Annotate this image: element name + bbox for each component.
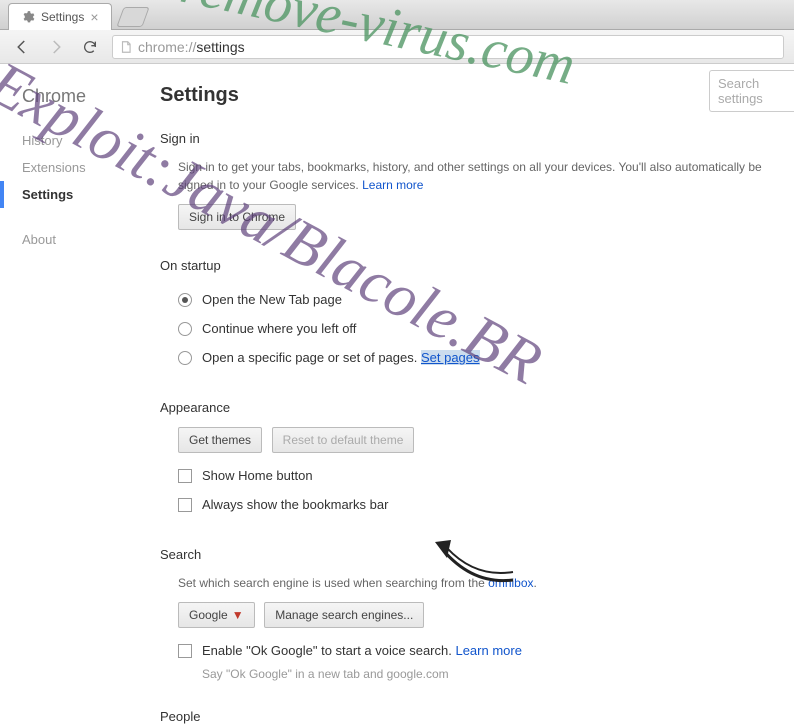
search-description: Set which search engine is used when sea… [178,574,794,592]
learn-more-link[interactable]: Learn more [455,643,521,658]
forward-button[interactable] [44,35,68,59]
section-title-signin: Sign in [160,131,794,146]
sidebar: Chrome History Extensions Settings About [0,64,140,686]
checkbox-home-button[interactable]: Show Home button [178,461,794,490]
ok-google-hint: Say "Ok Google" in a new tab and google.… [178,667,794,681]
section-startup: On startup Open the New Tab page Continu… [160,258,794,372]
gear-icon [21,10,35,24]
tab-title: Settings [41,10,84,24]
main-content: Settings Sign in Sign in to get your tab… [140,64,794,686]
set-pages-link[interactable]: Set pages [421,350,480,365]
search-settings-input[interactable]: Search settings [709,70,794,112]
close-icon[interactable]: × [90,9,98,25]
checkbox-icon [178,498,192,512]
checkbox-label: Always show the bookmarks bar [202,497,388,512]
sidebar-item-settings[interactable]: Settings [0,181,140,208]
get-themes-button[interactable]: Get themes [178,427,262,453]
section-search: Search Set which search engine is used w… [160,547,794,681]
checkbox-label: Show Home button [202,468,313,483]
radio-specific-page[interactable]: Open a specific page or set of pages. Se… [178,343,794,372]
section-title-startup: On startup [160,258,794,273]
radio-continue[interactable]: Continue where you left off [178,314,794,343]
radio-label: Continue where you left off [202,321,356,336]
checkbox-label: Enable "Ok Google" to start a voice sear… [202,643,522,658]
section-people: People [160,709,794,724]
section-title-search: Search [160,547,794,562]
checkbox-ok-google[interactable]: Enable "Ok Google" to start a voice sear… [178,636,794,665]
toolbar: chrome://settings [0,30,794,64]
section-signin: Sign in Sign in to get your tabs, bookma… [160,131,794,230]
section-title-appearance: Appearance [160,400,794,415]
tab-bar: Settings × [0,0,794,30]
page-icon [119,40,133,54]
manage-search-engines-button[interactable]: Manage search engines... [264,602,424,628]
sidebar-item-history[interactable]: History [22,127,140,154]
sidebar-item-extensions[interactable]: Extensions [22,154,140,181]
radio-icon [178,322,192,336]
learn-more-link[interactable]: Learn more [362,178,423,192]
new-tab-button[interactable] [116,7,149,27]
browser-tab-settings[interactable]: Settings × [8,3,112,30]
radio-new-tab[interactable]: Open the New Tab page [178,285,794,314]
section-appearance: Appearance Get themes Reset to default t… [160,400,794,519]
radio-label: Open the New Tab page [202,292,342,307]
signin-button[interactable]: Sign in to Chrome [178,204,296,230]
url-text: chrome://settings [138,39,245,55]
search-engine-dropdown[interactable]: Google▼ [178,602,255,628]
section-title-people: People [160,709,794,724]
reload-button[interactable] [78,35,102,59]
radio-icon [178,293,192,307]
omnibox[interactable]: chrome://settings [112,35,784,59]
checkbox-bookmarks-bar[interactable]: Always show the bookmarks bar [178,490,794,519]
sidebar-item-about[interactable]: About [22,226,140,253]
signin-description: Sign in to get your tabs, bookmarks, his… [178,158,794,194]
checkbox-icon [178,644,192,658]
checkbox-icon [178,469,192,483]
reset-theme-button[interactable]: Reset to default theme [272,427,415,453]
radio-icon [178,351,192,365]
page-title: Settings [160,84,794,107]
radio-label: Open a specific page or set of pages. Se… [202,350,480,365]
sidebar-title: Chrome [22,86,140,107]
omnibox-link[interactable]: omnibox [488,576,533,590]
back-button[interactable] [10,35,34,59]
